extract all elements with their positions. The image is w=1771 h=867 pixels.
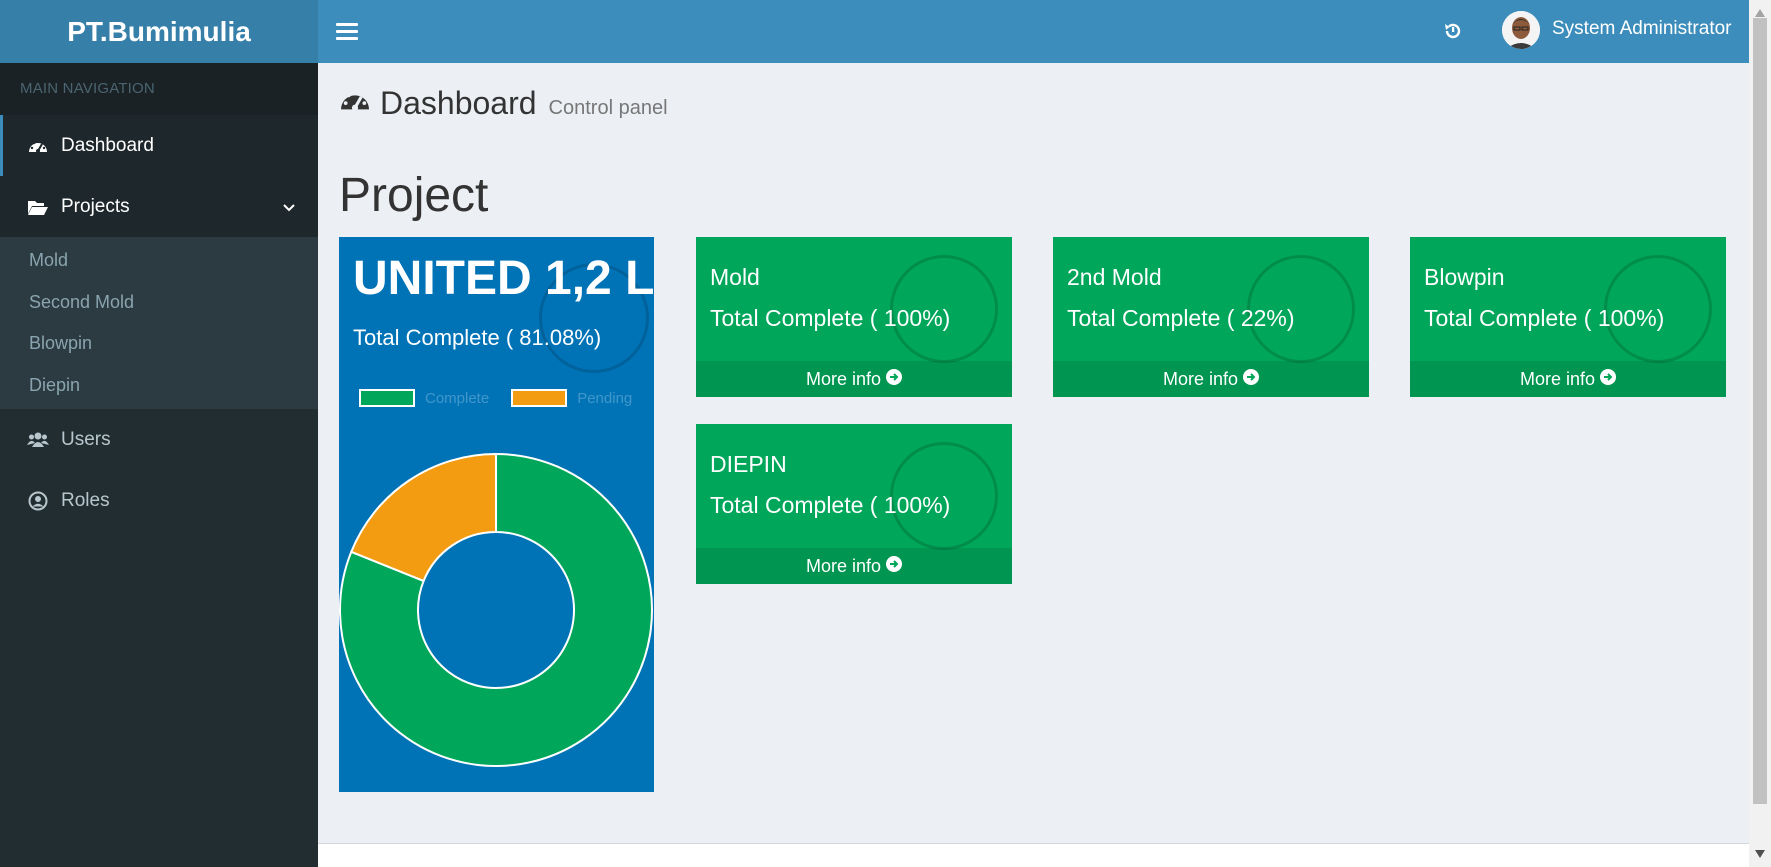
more-info-label: More info bbox=[1162, 368, 1239, 389]
more-info-label: More info bbox=[805, 368, 882, 389]
sidebar-item-projects[interactable]: Projects bbox=[0, 176, 318, 237]
main-content: Dashboard Control panel Project UNITED 1… bbox=[318, 63, 1749, 843]
user-circle-icon bbox=[25, 490, 51, 512]
donut-chart bbox=[339, 452, 653, 767]
more-info-link[interactable]: More info bbox=[1053, 361, 1369, 397]
more-info-label: More info bbox=[1519, 368, 1596, 389]
legend-swatch-pending[interactable] bbox=[511, 389, 568, 407]
more-info-label: More info bbox=[805, 555, 882, 576]
project-card-blowpin: Blowpin Total Complete ( 100%) More info bbox=[1410, 237, 1726, 397]
arrow-circle-right-icon bbox=[1243, 368, 1260, 390]
sidebar-item-label: Roles bbox=[61, 489, 110, 511]
sidebar-item-dashboard[interactable]: Dashboard bbox=[0, 115, 318, 176]
projects-submenu: Mold Second Mold Blowpin Diepin bbox=[0, 237, 318, 409]
dashboard-icon bbox=[338, 86, 372, 119]
card-subtitle: Total Complete ( 22%) bbox=[1067, 305, 1295, 331]
project-card-diepin: DIEPIN Total Complete ( 100%) More info bbox=[696, 424, 1012, 584]
page-footer bbox=[318, 843, 1749, 867]
legend-label-complete[interactable]: Complete bbox=[425, 390, 489, 407]
sidebar-item-roles[interactable]: Roles bbox=[0, 470, 318, 531]
card-title: DIEPIN bbox=[710, 451, 787, 477]
card-subtitle: Total Complete ( 100%) bbox=[710, 492, 951, 518]
brand-logo[interactable]: PT.Bumimulia bbox=[0, 0, 318, 63]
hamburger-icon[interactable] bbox=[336, 18, 358, 44]
scroll-down-arrow-icon[interactable] bbox=[1755, 845, 1765, 863]
submenu-item-second-mold[interactable]: Second Mold bbox=[0, 282, 318, 324]
user-name[interactable]: System Administrator bbox=[1552, 18, 1732, 40]
card-subtitle: Total Complete ( 100%) bbox=[710, 305, 951, 331]
project-card-mold: Mold Total Complete ( 100%) More info bbox=[696, 237, 1012, 397]
more-info-link[interactable]: More info bbox=[696, 361, 1012, 397]
summary-title: UNITED 1,2 L bbox=[353, 252, 654, 305]
arrow-circle-right-icon bbox=[1600, 368, 1617, 390]
project-card-2nd-mold: 2nd Mold Total Complete ( 22%) More info bbox=[1053, 237, 1369, 397]
sidebar-item-label: Users bbox=[61, 428, 111, 450]
users-icon bbox=[25, 429, 51, 451]
summary-card: UNITED 1,2 L Total Complete ( 81.08%) Co… bbox=[339, 237, 654, 792]
vertical-scrollbar[interactable] bbox=[1749, 0, 1771, 867]
arrow-circle-right-icon bbox=[886, 368, 903, 390]
legend-swatch-complete[interactable] bbox=[359, 389, 415, 407]
arrow-circle-right-icon bbox=[886, 555, 903, 577]
user-avatar[interactable] bbox=[1502, 11, 1540, 49]
submenu-item-mold[interactable]: Mold bbox=[0, 240, 318, 282]
legend-label-pending[interactable]: Pending bbox=[577, 390, 632, 407]
section-title: Project bbox=[339, 169, 489, 222]
sidebar-item-label: Dashboard bbox=[61, 134, 154, 156]
chevron-down-icon[interactable] bbox=[282, 197, 296, 219]
sidebar-item-users[interactable]: Users bbox=[0, 409, 318, 470]
summary-subtitle: Total Complete ( 81.08%) bbox=[353, 325, 602, 350]
card-subtitle: Total Complete ( 100%) bbox=[1424, 305, 1665, 331]
sidebar-section-label: MAIN NAVIGATION bbox=[0, 63, 318, 115]
card-title: 2nd Mold bbox=[1067, 264, 1162, 290]
submenu-item-blowpin[interactable]: Blowpin bbox=[0, 323, 318, 365]
card-title: Mold bbox=[710, 264, 760, 290]
sidebar: MAIN NAVIGATION Dashboard Projects Mold … bbox=[0, 63, 318, 867]
more-info-link[interactable]: More info bbox=[696, 548, 1012, 584]
more-info-link[interactable]: More info bbox=[1410, 361, 1726, 397]
top-navbar: System Administrator bbox=[318, 0, 1749, 63]
sidebar-item-label: Projects bbox=[61, 195, 130, 217]
history-icon[interactable] bbox=[1438, 16, 1468, 46]
card-title: Blowpin bbox=[1424, 264, 1505, 290]
dashboard-icon bbox=[25, 135, 51, 157]
page-title: Dashboard bbox=[380, 85, 537, 121]
folder-open-icon bbox=[25, 196, 51, 218]
scrollbar-thumb[interactable] bbox=[1753, 18, 1767, 804]
chart-legend: Complete Pending bbox=[359, 389, 644, 407]
page-subtitle: Control panel bbox=[548, 97, 668, 119]
submenu-item-diepin[interactable]: Diepin bbox=[0, 365, 318, 407]
content-header: Dashboard Control panel bbox=[338, 85, 668, 122]
